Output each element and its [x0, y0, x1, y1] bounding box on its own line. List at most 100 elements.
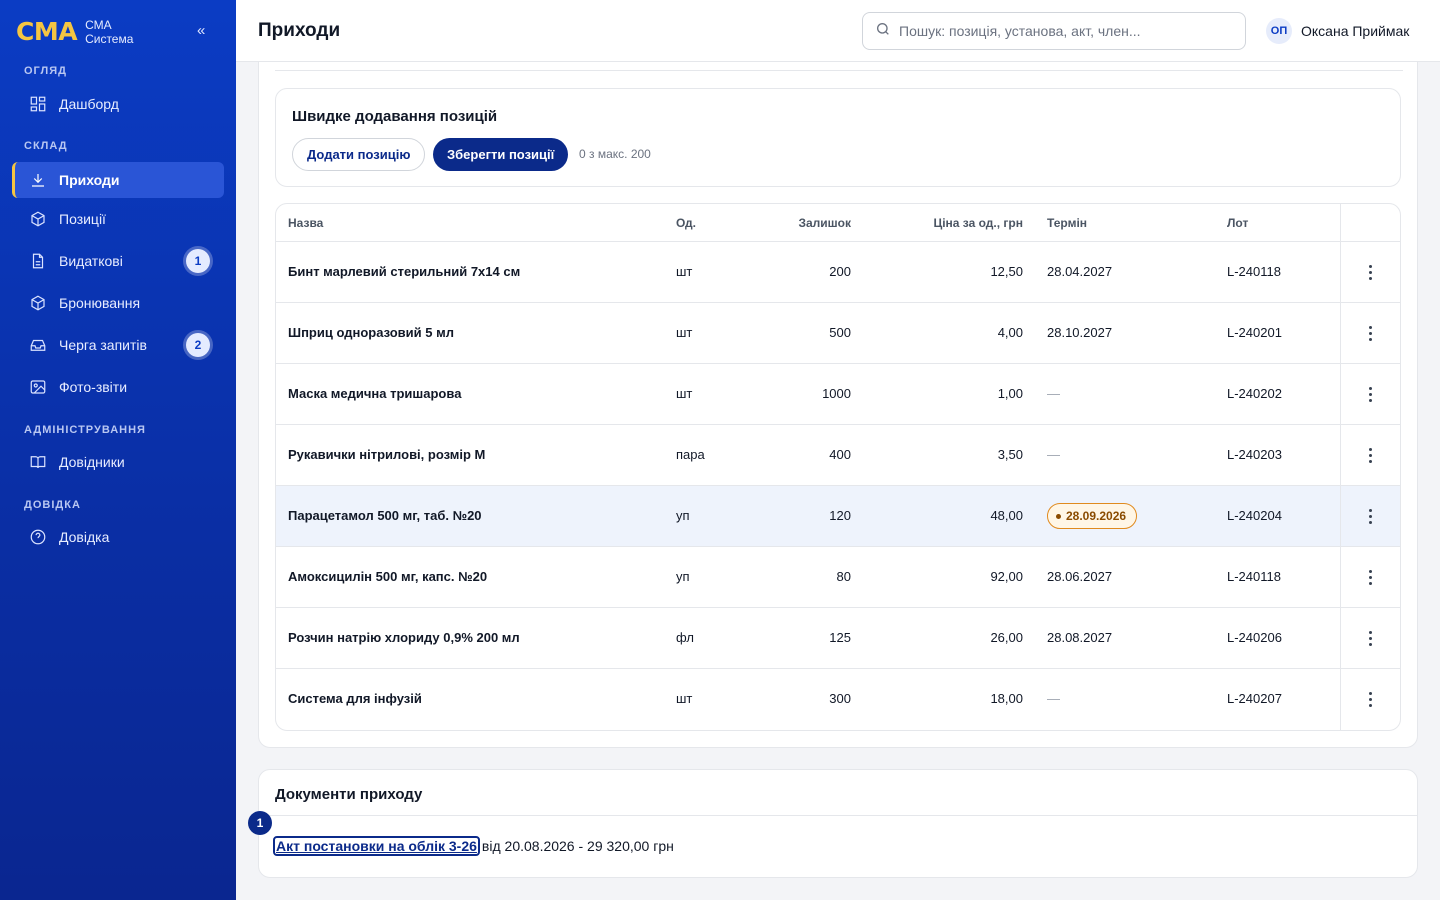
section-title-warehouse: СКЛАД — [24, 140, 68, 152]
section-title-overview: ОГЛЯД — [24, 65, 67, 77]
cell-name: Маска медична тришарова — [288, 386, 462, 401]
cell-name: Бинт марлевий стерильний 7х14 см — [288, 264, 521, 279]
cell-price: 4,00 — [997, 325, 1023, 340]
table-row[interactable]: Парацетамол 500 мг, таб. №20 уп 120 48,0… — [276, 486, 1400, 547]
cell-unit: уп — [676, 569, 690, 584]
sidebar-item-label: Фото-звіти — [59, 379, 128, 395]
cell-lot: L-240204 — [1227, 508, 1282, 523]
sidebar-item-receipts[interactable]: Приходи — [12, 162, 224, 198]
cell-term: — — [1047, 691, 1060, 706]
grid-icon — [28, 94, 48, 114]
sidebar-item-label: Черга запитів — [59, 337, 147, 353]
step-marker: 1 — [248, 811, 272, 835]
actions-column-header — [1340, 204, 1400, 241]
cell-lot: L-240206 — [1227, 630, 1282, 645]
table-row[interactable]: Шприц одноразовий 5 мл шт 500 4,00 28.10… — [276, 303, 1400, 364]
positions-table: Назва Од. Залишок Ціна за од., грн Термі… — [275, 203, 1401, 731]
column-header-unit[interactable]: Од. — [676, 216, 696, 230]
box-icon — [28, 293, 48, 313]
table-row[interactable]: Бинт марлевий стерильний 7х14 см шт 200 … — [276, 242, 1400, 303]
cell-lot: L-240207 — [1227, 691, 1282, 706]
more-vertical-icon[interactable] — [1362, 382, 1378, 406]
cell-lot: L-240118 — [1227, 569, 1281, 584]
column-header-price[interactable]: Ціна за од., грн — [873, 216, 1023, 230]
sidebar-item-help[interactable]: Довідка — [12, 519, 224, 555]
sidebar-item-dashboard[interactable]: Дашборд — [12, 86, 224, 122]
cell-price: 12,50 — [990, 264, 1023, 279]
collapse-sidebar-button[interactable]: « — [197, 22, 205, 39]
quick-add-panel: Швидке додавання позицій Додати позицію … — [275, 88, 1401, 187]
document-link[interactable]: Акт постановки на облік 3-26 — [273, 836, 480, 856]
cell-unit: уп — [676, 508, 690, 523]
cell-name: Амоксицилін 500 мг, капс. №20 — [288, 569, 488, 584]
sidebar-item-request-queue[interactable]: Черга запитів 2 — [12, 327, 224, 363]
table-row[interactable]: Рукавички нітрилові, розмір M пара 400 3… — [276, 425, 1400, 486]
cell-stock: 400 — [829, 447, 851, 462]
column-header-term[interactable]: Термін — [1047, 216, 1087, 230]
sidebar-item-label: Довідка — [59, 529, 110, 545]
document-icon — [28, 251, 48, 271]
cell-term: 28.04.2027 — [1047, 264, 1113, 279]
cell-term: — — [1047, 447, 1060, 462]
cell-name: Розчин натрію хлориду 0,9% 200 мл — [288, 630, 520, 645]
cell-unit: пара — [676, 447, 705, 462]
cell-term: — — [1047, 386, 1060, 401]
brand-logo: СМА — [16, 17, 78, 46]
more-vertical-icon[interactable] — [1362, 504, 1378, 528]
cell-lot: L-240203 — [1227, 447, 1282, 462]
cell-stock: 200 — [829, 264, 851, 279]
box-icon — [28, 209, 48, 229]
column-header-lot[interactable]: Лот — [1227, 216, 1248, 230]
more-vertical-icon[interactable] — [1362, 626, 1378, 650]
user-name: Оксана Приймак — [1301, 23, 1410, 39]
divider — [275, 70, 1403, 71]
table-row[interactable]: Маска медична тришарова шт 1000 1,00 — L… — [276, 364, 1400, 425]
sidebar-item-directories[interactable]: Довідники — [12, 444, 224, 480]
documents-title: Документи приходу — [275, 786, 423, 803]
help-circle-icon — [28, 527, 48, 547]
column-header-stock[interactable]: Залишок — [751, 216, 851, 230]
cell-price: 3,50 — [997, 447, 1023, 462]
user-menu[interactable]: ОП Оксана Приймак — [1266, 18, 1409, 44]
sidebar-item-bookings[interactable]: Бронювання — [12, 285, 224, 321]
add-position-button[interactable]: Додати позицію — [292, 138, 426, 171]
sidebar-item-positions[interactable]: Позиції — [12, 201, 224, 237]
column-header-name[interactable]: Назва — [288, 216, 323, 230]
cell-lot: L-240118 — [1227, 264, 1281, 279]
cell-term: 28.06.2027 — [1047, 569, 1113, 584]
inbox-icon — [28, 335, 48, 355]
cell-stock: 120 — [829, 508, 851, 523]
more-vertical-icon[interactable] — [1362, 260, 1378, 284]
sidebar-item-photo-reports[interactable]: Фото-звіти — [12, 369, 224, 405]
page-title: Приходи — [258, 20, 341, 41]
more-vertical-icon[interactable] — [1362, 443, 1378, 467]
brand-line1: СМА — [85, 17, 112, 32]
section-title-admin: АДМІНІСТРУВАННЯ — [24, 424, 146, 436]
divider — [259, 815, 1417, 816]
badge-count: 2 — [186, 333, 210, 357]
cell-lot: L-240201 — [1227, 325, 1282, 340]
search-box[interactable] — [862, 12, 1246, 50]
table-row[interactable]: Амоксицилін 500 мг, капс. №20 уп 80 92,0… — [276, 547, 1400, 608]
table-row[interactable]: Розчин натрію хлориду 0,9% 200 мл фл 125… — [276, 608, 1400, 669]
brand-text: СМА Система — [85, 18, 133, 46]
cell-price: 1,00 — [997, 386, 1023, 401]
document-details: від 20.08.2026 - 29 320,00 грн — [481, 838, 674, 854]
cell-price: 48,00 — [990, 508, 1023, 523]
table-row[interactable]: Система для інфузій шт 300 18,00 — L-240… — [276, 669, 1400, 730]
search-input[interactable] — [899, 23, 1229, 39]
save-positions-button[interactable]: Зберегти позиції — [433, 138, 569, 171]
search-icon — [875, 21, 899, 42]
brand[interactable]: СМА СМА Система — [16, 17, 133, 46]
sidebar-item-expenses[interactable]: Видаткові 1 — [12, 243, 224, 279]
expiry-warning-badge: 28.09.2026 — [1047, 503, 1138, 529]
avatar: ОП — [1266, 18, 1292, 44]
cell-price: 92,00 — [990, 569, 1023, 584]
more-vertical-icon[interactable] — [1362, 321, 1378, 345]
expiry-date: 28.09.2026 — [1066, 509, 1127, 523]
more-vertical-icon[interactable] — [1362, 687, 1378, 711]
cell-unit: фл — [676, 630, 694, 645]
more-vertical-icon[interactable] — [1362, 565, 1378, 589]
download-icon — [28, 170, 48, 190]
positions-count: 0 з макс. 200 — [579, 147, 651, 161]
